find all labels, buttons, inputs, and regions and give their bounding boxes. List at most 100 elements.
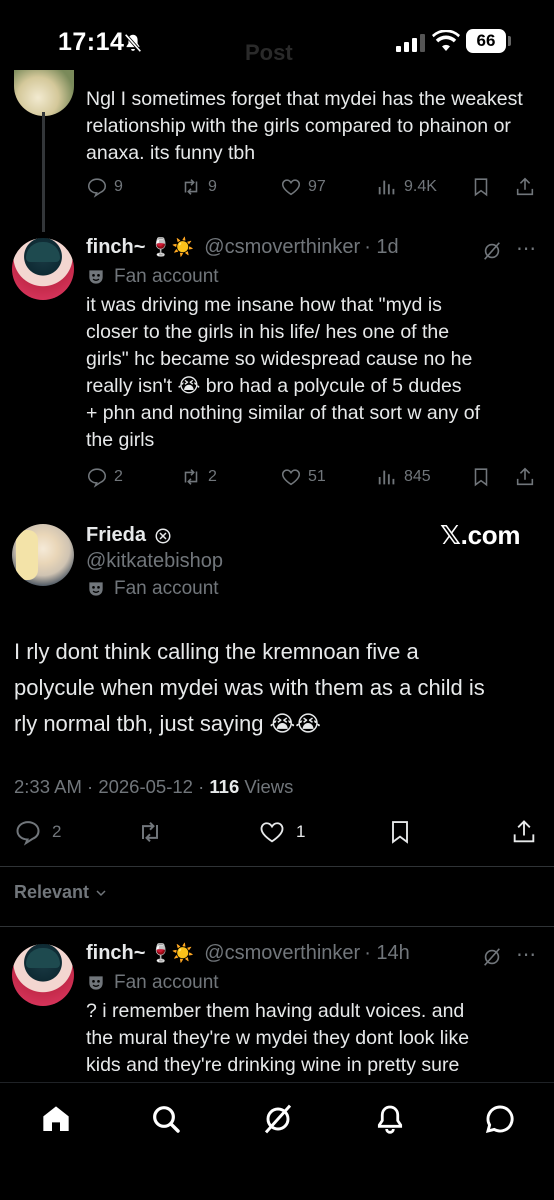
avatar-hair — [26, 242, 60, 262]
reply-button[interactable]: 2 — [14, 818, 61, 846]
avatar[interactable] — [12, 944, 74, 1006]
repost-count: 2 — [208, 468, 217, 485]
like-count: 1 — [296, 822, 306, 841]
x-watermark: 𝕏.com — [440, 520, 521, 550]
search-icon[interactable] — [150, 1103, 182, 1135]
like-button[interactable]: 51 — [280, 466, 326, 488]
tweet-text: Ngl I sometimes forget that mydei has th… — [86, 88, 523, 164]
author-name[interactable]: finch~ — [86, 942, 145, 965]
author-name[interactable]: finch~ — [86, 236, 145, 259]
more-icon[interactable]: ⋯ — [516, 236, 537, 261]
theater-mask-icon — [89, 270, 103, 284]
fan-account-label: Fan account — [114, 578, 219, 599]
share-icon[interactable] — [514, 176, 536, 198]
views-icon — [378, 180, 395, 195]
author-handle[interactable]: @csmoverthinker — [204, 236, 360, 259]
tweet-text: it was driving me insane how that "myd i… — [86, 292, 541, 454]
post-line: rly normal tbh, just saying 😭😭 — [14, 711, 321, 736]
repost-icon — [184, 469, 198, 485]
like-button[interactable]: 1 — [258, 818, 305, 846]
post-time: · 14h — [364, 942, 410, 964]
bell-off-icon — [124, 33, 142, 53]
reply-count: 2 — [52, 822, 62, 841]
avatar[interactable] — [12, 524, 74, 586]
battery-tip — [508, 36, 511, 46]
views-icon — [378, 470, 395, 485]
reply-icon — [16, 821, 40, 846]
notifications-icon[interactable] — [374, 1103, 406, 1135]
repost-button[interactable]: 2 — [180, 466, 217, 488]
theater-mask-icon — [89, 582, 103, 596]
fan-account-label: Fan account — [114, 972, 219, 993]
tweet-line: really isn't 😭 bro had a polycule of 5 d… — [86, 375, 462, 397]
tweet-actions: 9 9 97 9.4K — [86, 176, 536, 206]
post-actions: 2 1 — [0, 818, 554, 854]
fan-account-badge: Fan account — [86, 578, 219, 600]
wifi-icon — [432, 30, 460, 51]
bookmark-icon[interactable] — [470, 176, 492, 198]
avatar-hair — [26, 948, 60, 968]
views-label: Views — [239, 776, 294, 797]
status-bar: 17:14 Post 66 — [0, 0, 554, 80]
reply-icon — [87, 178, 107, 198]
post-meta: 2:33 AM · 2026-05-12 · 116 Views — [14, 776, 293, 798]
fan-account-badge: Fan account — [86, 266, 219, 288]
avatar[interactable] — [14, 70, 74, 116]
signal-icon — [396, 34, 425, 52]
post-line: I rly dont think calling the kremnoan fi… — [14, 639, 419, 664]
author-line: Frieda — [86, 524, 172, 547]
views-button[interactable]: 9.4K — [376, 176, 437, 198]
messages-icon[interactable] — [484, 1103, 516, 1135]
fan-account-label: Fan account — [114, 266, 219, 287]
grok-icon[interactable] — [262, 1103, 294, 1135]
chevron-down-icon — [96, 889, 106, 896]
heart-icon — [281, 179, 301, 196]
tweet-line: girls" hc became so widespread cause no … — [86, 348, 473, 370]
author-emojis: 🍷☀️ — [149, 237, 195, 258]
post-text: I rly dont think calling the kremnoan fi… — [14, 634, 544, 742]
reply-count: 2 — [114, 468, 123, 485]
tweet-line: + phn and nothing similar of that sort w… — [86, 402, 481, 424]
like-button[interactable]: 97 — [280, 176, 326, 198]
sort-dropdown[interactable]: Relevant — [14, 882, 109, 903]
share-icon — [513, 820, 535, 843]
more-icon[interactable]: ⋯ — [516, 942, 537, 967]
author-handle[interactable]: @kitkatebishop — [86, 550, 223, 573]
reply-count: 9 — [114, 178, 123, 195]
like-count: 97 — [308, 178, 326, 195]
avatar-hair — [16, 530, 38, 580]
tweet-line: closer to the girls in his life/ hes one… — [86, 321, 450, 343]
tweet-line: the girls — [86, 429, 155, 451]
bookmark-button[interactable] — [386, 818, 414, 846]
repost-button[interactable] — [136, 818, 164, 846]
avatar[interactable] — [12, 238, 74, 300]
views-button[interactable]: 845 — [376, 466, 431, 488]
tweet-text: ? i remember them having adult voices. a… — [86, 998, 541, 1079]
post-time: · 1d — [364, 236, 399, 258]
sort-label: Relevant — [14, 882, 90, 902]
author-line: finch~ 🍷☀️ @csmoverthinker · 1d — [86, 236, 399, 259]
grok-icon[interactable] — [481, 946, 503, 968]
post-timestamp: 2:33 AM · 2026-05-12 · — [14, 776, 210, 797]
author-emojis: 🍷☀️ — [149, 943, 195, 964]
heart-icon — [281, 469, 301, 486]
views-count: 9.4K — [404, 178, 437, 195]
share-icon[interactable] — [514, 466, 536, 488]
share-button[interactable] — [510, 818, 538, 846]
status-time: 17:14 — [58, 28, 125, 56]
battery-level: 66 — [466, 29, 506, 53]
author-line: finch~ 🍷☀️ @csmoverthinker · 14h — [86, 942, 410, 965]
divider — [0, 926, 554, 927]
bookmark-icon[interactable] — [470, 466, 492, 488]
repost-button[interactable]: 9 — [180, 176, 217, 198]
faded-header-title: Post — [245, 40, 293, 65]
reply-button[interactable]: 9 — [86, 176, 123, 198]
bottom-nav — [0, 1082, 554, 1200]
home-icon[interactable] — [40, 1103, 72, 1135]
grok-icon[interactable] — [481, 240, 503, 262]
author-name[interactable]: Frieda — [86, 524, 146, 547]
author-handle[interactable]: @csmoverthinker — [204, 942, 360, 965]
reply-button[interactable]: 2 — [86, 466, 123, 488]
theater-mask-icon — [89, 976, 103, 990]
bookmark-icon — [392, 821, 408, 844]
